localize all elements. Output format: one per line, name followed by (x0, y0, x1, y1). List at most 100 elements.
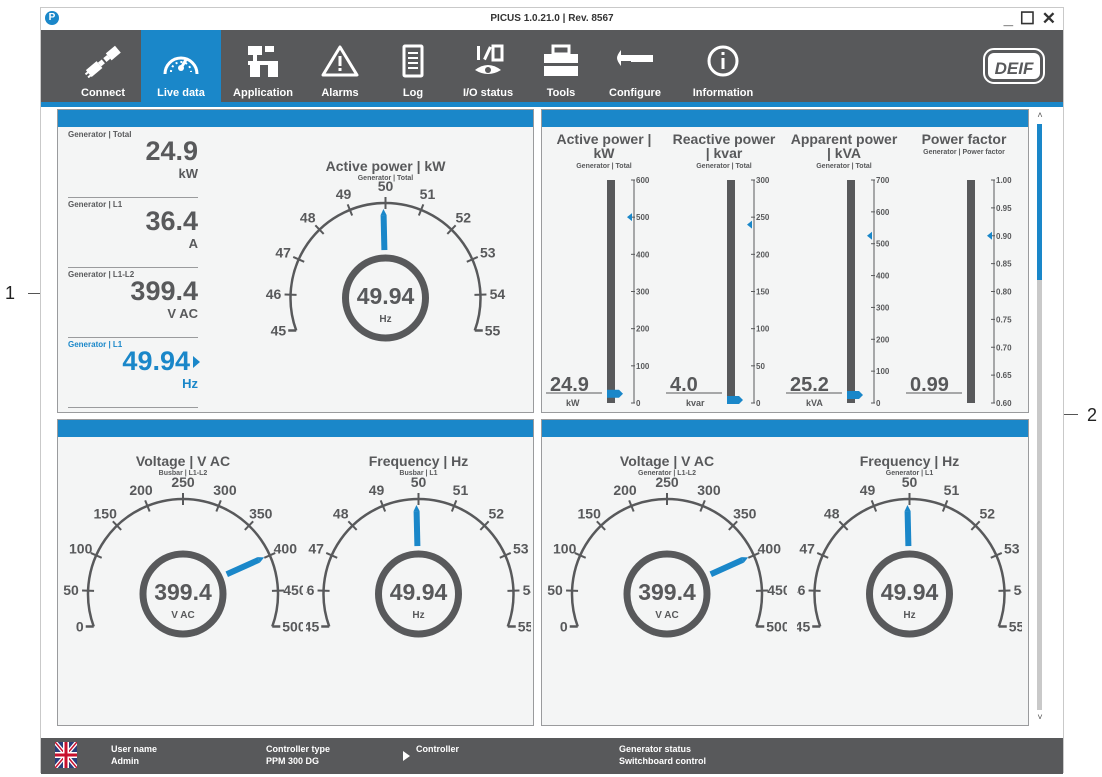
uk-flag-icon[interactable] (55, 742, 77, 768)
bar-tick-label: 700 (876, 176, 890, 185)
gauge-tick-label: 55 (485, 322, 501, 338)
gauge-tick-label: 51 (420, 186, 436, 202)
measurement-item[interactable]: Generator | Total 24.9 kW (68, 130, 198, 198)
panel-generator: Voltage | V AC Generator | L1-L2 0 50 100 1… (541, 419, 1029, 726)
bar-level-marker (607, 389, 623, 398)
tab-label: I/O status (462, 87, 514, 99)
bar-tick-label: 500 (636, 213, 650, 222)
bar-title: kW (594, 145, 616, 161)
panel-power-bars: Active power | kW Generator | Total 0 100 200… (541, 109, 1029, 413)
scroll-up-icon[interactable]: ˄ (1034, 110, 1046, 120)
gauge-tick-label: 400 (758, 540, 782, 556)
bar-tick-label: 0.90 (996, 232, 1012, 241)
gauge-value: 49.94 (357, 283, 415, 309)
tab-io-status[interactable]: I/O status (451, 30, 525, 102)
gauge-tick-label: 50 (63, 582, 79, 598)
gauge-needle-tip (904, 505, 911, 512)
measurement-item[interactable]: Generator | L1-L2 399.4 V AC (68, 270, 198, 338)
gauge-needle (413, 510, 421, 547)
bar-tick-label: 250 (756, 213, 770, 222)
bar-track (967, 180, 975, 403)
gauge-tick-label: 52 (456, 209, 472, 225)
tab-application[interactable]: Application (221, 30, 305, 102)
single-line-diagram-icon (221, 44, 305, 78)
gauge-needle-tip (413, 505, 420, 512)
gauge-active-power: Active power | kW Generator | Total 45 46… (258, 150, 513, 360)
bar-tick-label: 600 (636, 176, 650, 185)
bar-charts: Active power |kWGenerator | Total0100200… (546, 131, 1012, 408)
scroll-thumb[interactable] (1037, 124, 1042, 280)
gauge-tick-label: 52 (489, 505, 505, 521)
generator-status-info: Generator status Switchboard control (619, 743, 706, 767)
gauge-tick-label: 49 (336, 186, 352, 202)
measurement-item-selected[interactable]: Generator | L1 49.94 Hz (68, 340, 200, 408)
gauge-unit: Hz (903, 610, 915, 621)
bar-tick-label: 200 (636, 325, 650, 334)
gauge-tick-label: 50 (411, 474, 427, 490)
measurement-item[interactable]: Generator | L1 36.4 A (68, 200, 198, 268)
gauge-tick-label: 45 (797, 618, 810, 634)
deif-logo: DEIF (983, 48, 1045, 84)
gauge-tick-label: 50 (547, 582, 563, 598)
gauge-tick-label: 150 (578, 505, 602, 521)
bar-track (607, 180, 615, 403)
scroll-down-icon[interactable]: ˅ (1034, 712, 1046, 722)
gauge-tick-label: 100 (69, 540, 93, 556)
gauge-dial: 45 46 47 48 49 50 51 52 53 54 55 49.94 Hz (797, 474, 1022, 638)
bar-tick-label: 0.70 (996, 343, 1012, 352)
wrench-icon (597, 44, 673, 78)
gauge-busbar-voltage: Voltage | V AC Busbar | L1-L2 0 50 100 150 2… (63, 446, 303, 656)
gauge-needle-tip (380, 209, 387, 216)
tab-information[interactable]: Information (673, 30, 773, 102)
gauge-tick-label: 46 (306, 582, 315, 598)
warning-icon (305, 44, 375, 78)
gauge-value: 49.94 (390, 579, 448, 605)
main-toolbar: Connect Live data Application Alarms Log (41, 30, 1063, 102)
user-label: User name (111, 744, 158, 754)
tab-configure[interactable]: Configure (597, 30, 673, 102)
gauge-tick-label: 46 (797, 582, 806, 598)
gauge-needle (904, 510, 912, 547)
gauge-tick-label: 45 (306, 618, 319, 634)
bar-tick-label: 100 (876, 367, 890, 376)
controller-selector[interactable]: Controller (403, 743, 459, 761)
bar-tick-label: 500 (876, 240, 890, 249)
bar-tick-label: 0.75 (996, 315, 1012, 324)
tab-alarms[interactable]: Alarms (305, 30, 375, 102)
panel-header (58, 420, 533, 437)
gauge-tick-label: 150 (94, 505, 118, 521)
controller-type-info: Controller type PPM 300 DG (266, 743, 330, 767)
gauge-tick-label: 49 (860, 482, 876, 498)
callout-2: 2 (1087, 405, 1098, 425)
panel-generator-overview: Generator | Total 24.9 kW Generator | L1… (57, 109, 534, 413)
window-controls[interactable]: _ ☐ ✕ (1004, 9, 1057, 29)
gauge-tick-label: 50 (902, 474, 918, 490)
gauge-tick-label: 0 (560, 618, 568, 634)
gauge-unit: V AC (655, 610, 679, 621)
gauge-value: 49.94 (881, 579, 939, 605)
user-info: User name Admin (111, 743, 157, 767)
gauge-tick-label: 48 (824, 505, 840, 521)
gauge-tick-label: 52 (980, 505, 996, 521)
tab-connect[interactable]: Connect (65, 30, 141, 102)
bar-subtitle: Generator | Total (576, 163, 632, 170)
panel-header (542, 420, 1028, 437)
measurement-value: 36.4 (145, 206, 198, 236)
gauge-needle (709, 557, 744, 578)
bar-level-marker (847, 390, 863, 399)
status-bar: User name Admin Controller type PPM 300 … (41, 738, 1063, 774)
tab-live-data[interactable]: Live data (141, 30, 221, 102)
bar-tick-label: 0.80 (996, 288, 1012, 297)
gauge-needle (380, 214, 388, 251)
app-window: P PICUS 1.0.21.0 | Rev. 8567 _ ☐ ✕ Conne… (40, 7, 1064, 774)
bar-subtitle: Generator | Total (696, 163, 752, 170)
bar-tick-label: 300 (876, 303, 890, 312)
tab-log[interactable]: Log (375, 30, 451, 102)
tab-tools[interactable]: Tools (525, 30, 597, 102)
vertical-scrollbar[interactable]: ˄ ˅ (1034, 110, 1046, 722)
gauge-icon (141, 44, 221, 78)
bar-tick-label: 300 (636, 288, 650, 297)
bar-title: | kvar (706, 145, 743, 161)
tab-label: Log (402, 87, 424, 99)
measurement-label: Generator | L1 (68, 200, 123, 209)
